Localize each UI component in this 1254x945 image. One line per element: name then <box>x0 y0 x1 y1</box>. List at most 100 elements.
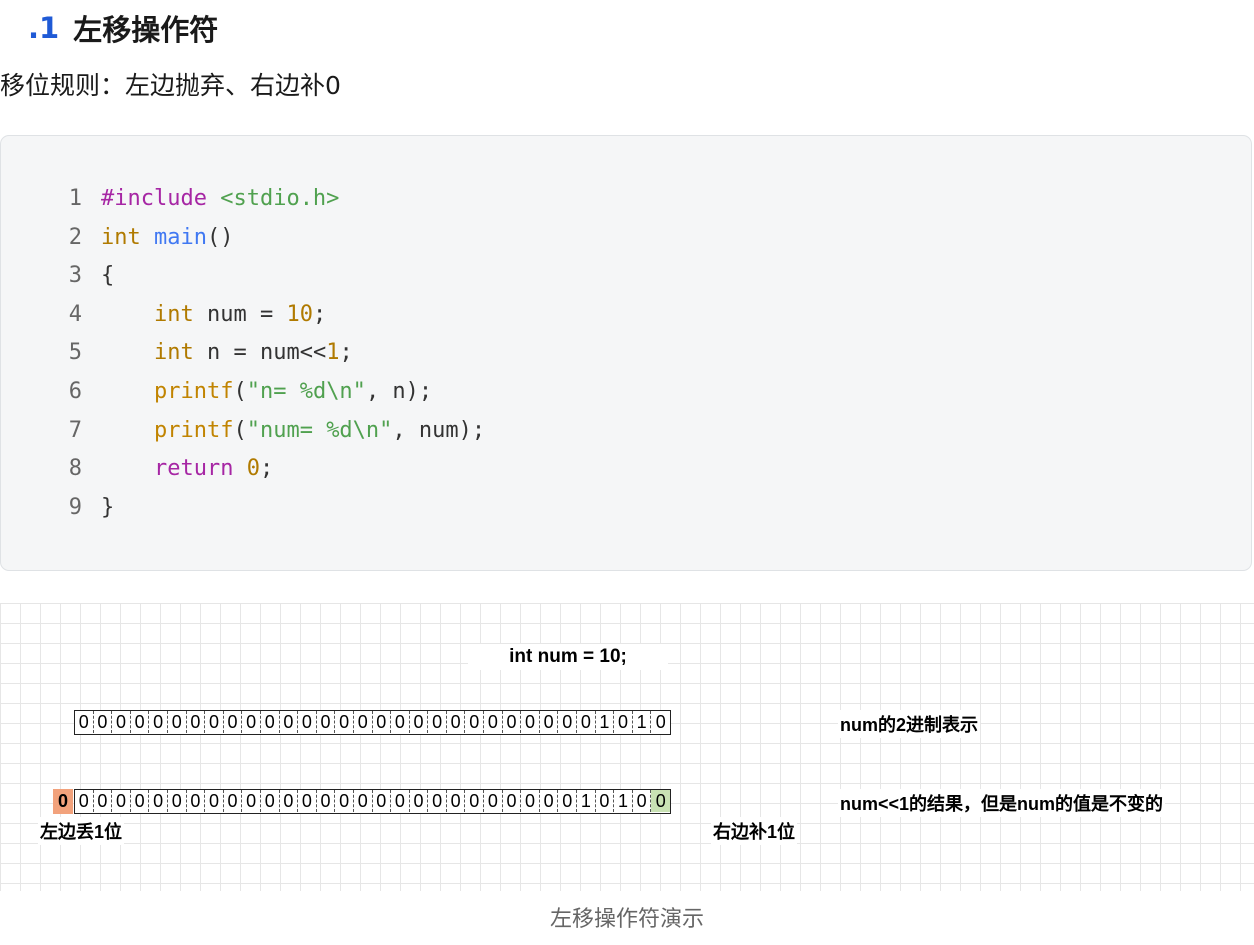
bit-cell: 0 <box>428 711 447 733</box>
bit-cell: 0 <box>94 711 113 733</box>
code-text: int main() <box>101 219 233 257</box>
code-token: "num= %d\n" <box>246 417 393 443</box>
bit-cell: 0 <box>94 790 113 812</box>
line-number: 5 <box>68 340 82 366</box>
code-token: ; <box>312 301 327 327</box>
code-token: int <box>153 340 194 366</box>
code-text: printf("num= %d\n", num); <box>101 412 485 450</box>
code-token: 1 <box>326 340 340 366</box>
bit-cell: 0 <box>655 712 666 732</box>
bit-cell: 0 <box>131 790 150 812</box>
shifted-binary-label: num<<1的结果，但是num的值是不变的 <box>838 789 1166 817</box>
bit-cell: 0 <box>168 711 187 733</box>
bit-cell: 0 <box>558 711 578 733</box>
bit-cell: 0 <box>335 790 354 812</box>
code-text: printf("n= %d\n", n); <box>101 373 432 411</box>
line-number: 4 <box>68 301 82 327</box>
code-text: { <box>101 257 114 295</box>
bit-cell: 0 <box>280 790 299 812</box>
bit-cell: 1 <box>596 711 615 733</box>
bit-cell: 0 <box>242 711 261 733</box>
bit-cell: 0 <box>224 790 243 812</box>
shift-diagram: int num = 10; 00000000000000000000000000… <box>0 603 1254 891</box>
code-token: printf <box>153 379 234 404</box>
bit-cell: 0 <box>521 711 540 733</box>
bit-cell: 0 <box>317 790 336 812</box>
bit-cell: 0 <box>131 711 150 733</box>
code-token: ( <box>233 379 247 404</box>
code-text: return 0; <box>101 450 273 488</box>
code-token: , n); <box>365 379 433 404</box>
code-token: { <box>101 263 115 289</box>
bit-cell: 0 <box>112 790 131 812</box>
bit-cell: 0 <box>298 790 317 812</box>
num-binary-label: num的2进制表示 <box>838 710 981 738</box>
code-token: num = <box>193 301 287 327</box>
bit-cell: 1 <box>577 790 596 812</box>
line-number: 8 <box>68 456 82 482</box>
code-text: } <box>101 489 114 527</box>
bit-cell: 0 <box>391 711 410 733</box>
bit-cell: 0 <box>205 790 224 812</box>
right-fill-label: 右边补1位 <box>711 817 798 845</box>
line-number: 6 <box>68 379 82 404</box>
code-token: , num); <box>392 417 486 443</box>
section-number: .1 <box>28 11 60 45</box>
line-number: 7 <box>68 417 82 443</box>
shifted-binary-bits: 00000000000000000000000000010100 <box>74 789 671 814</box>
code-token: } <box>101 494 115 520</box>
bit-cell: 0 <box>149 790 168 812</box>
bit-cell: 0 <box>484 711 503 733</box>
diagram-title: int num = 10; <box>468 644 668 670</box>
bit-cell: 0 <box>242 790 261 812</box>
bit-cell: 0 <box>354 711 373 733</box>
section-title: 左移操作符 <box>73 13 219 47</box>
code-token: main <box>154 224 207 250</box>
code-token: int <box>101 224 141 250</box>
bit-cell: 0 <box>187 790 206 812</box>
line-number: 1 <box>68 186 82 211</box>
line-number: 9 <box>68 494 82 520</box>
bit-cell: 0 <box>298 711 317 733</box>
bit-cell: 0 <box>503 790 522 812</box>
bit-cell: 0 <box>577 711 596 733</box>
bit-cell: 0 <box>280 711 299 733</box>
line-number: 3 <box>68 263 82 289</box>
bit-cell: 1 <box>633 711 652 733</box>
bit-cell: 0 <box>465 790 485 812</box>
code-text: int n = num<<1; <box>101 334 353 372</box>
bit-cell: 0 <box>75 790 94 812</box>
code-text: #include <stdio.h> <box>101 180 339 218</box>
code-token: return <box>153 456 234 482</box>
section-heading: .1 左移操作符 <box>28 8 218 48</box>
bit-cell: 0 <box>428 790 447 812</box>
bit-cell: 0 <box>651 790 670 812</box>
code-token: ; <box>259 456 274 482</box>
bit-cell: 0 <box>224 711 243 733</box>
shift-rule-text: 移位规则：左边抛弃、右边补0 <box>0 71 341 100</box>
bit-cell: 0 <box>410 711 429 733</box>
code-token: <stdio.h> <box>220 186 340 211</box>
bit-cell: 0 <box>75 711 94 733</box>
bit-cell: 0 <box>391 790 410 812</box>
bit-cell: 0 <box>149 711 168 733</box>
bit-cell: 0 <box>484 790 503 812</box>
bit-cell: 0 <box>168 790 187 812</box>
num-binary-bits: 00000000000000000000000000001010 <box>74 710 671 735</box>
code-text: int num = 10; <box>101 296 326 334</box>
figure-caption: 左移操作符演示 <box>549 907 704 932</box>
bit-cell: 0 <box>410 790 429 812</box>
code-token: () <box>206 224 234 250</box>
bit-cell: 0 <box>633 790 652 812</box>
code-token: printf <box>153 417 234 443</box>
bit-cell: 0 <box>373 711 392 733</box>
bit-cell: 0 <box>503 711 522 733</box>
code-token: int <box>153 301 194 327</box>
bit-cell: 0 <box>112 711 131 733</box>
